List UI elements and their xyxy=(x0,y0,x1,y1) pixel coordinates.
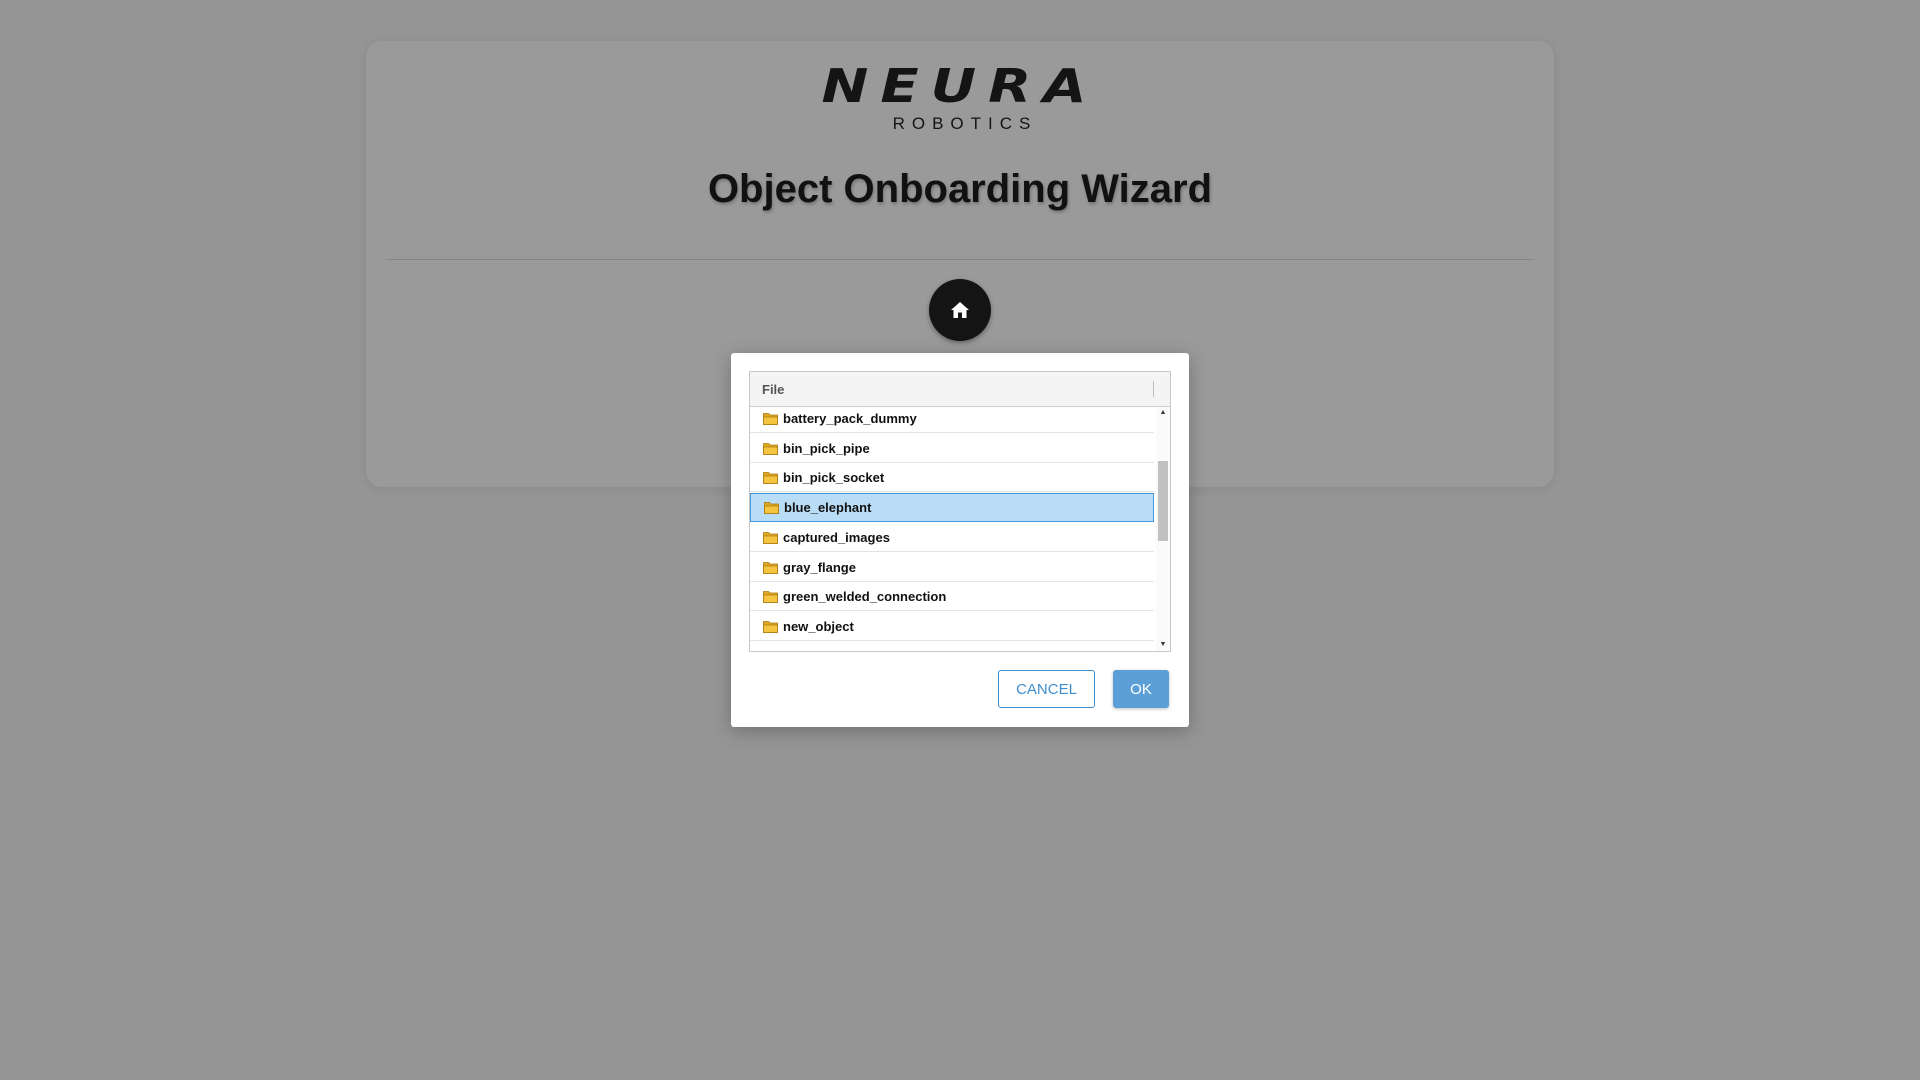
file-column-label: File xyxy=(762,381,785,397)
file-list-item-label: bin_pick_pipe xyxy=(783,440,870,456)
file-picker-dialog: File battery_pack_dummy bin_pick_pipe bin_… xyxy=(731,353,1189,727)
file-list-item[interactable]: bin_pick_socket xyxy=(750,463,1154,492)
file-list-item[interactable]: blue_elephant xyxy=(750,493,1154,522)
file-list-item[interactable]: green_welded_connection xyxy=(750,582,1154,611)
file-list-item-label: battery_pack_dummy xyxy=(783,410,917,426)
home-icon xyxy=(951,302,969,318)
file-list-item[interactable]: battery_pack_dummy xyxy=(750,407,1154,433)
file-list-item[interactable]: gray_flange xyxy=(750,553,1154,582)
folder-icon xyxy=(763,561,778,574)
logo-tagline: ROBOTICS xyxy=(892,114,1038,133)
folder-icon xyxy=(763,412,778,425)
file-list-item-label: captured_images xyxy=(783,529,890,545)
folder-icon xyxy=(763,442,778,455)
folder-icon xyxy=(764,502,779,514)
file-list-item-label: blue_elephant xyxy=(784,500,872,515)
vertical-scrollbar[interactable]: ▲ ▼ xyxy=(1156,407,1170,651)
column-separator xyxy=(1153,381,1154,397)
file-list: File battery_pack_dummy bin_pick_pipe bin_… xyxy=(749,371,1171,652)
folder-icon xyxy=(763,531,778,544)
cancel-button[interactable]: CANCEL xyxy=(998,670,1095,708)
file-list-item-label: gray_flange xyxy=(783,559,856,575)
neura-robotics-logo: NEURA ROBOTICS xyxy=(366,59,1554,133)
folder-icon xyxy=(763,590,778,603)
file-list-item[interactable]: captured_images xyxy=(750,523,1154,552)
scroll-up-arrow-icon[interactable]: ▲ xyxy=(1156,407,1170,419)
folder-icon xyxy=(763,471,778,484)
file-rows: battery_pack_dummy bin_pick_pipe bin_pick_… xyxy=(750,407,1154,651)
file-list-item[interactable]: new_object xyxy=(750,612,1154,641)
file-column-header[interactable]: File xyxy=(750,372,1170,407)
page-title: Object Onboarding Wizard xyxy=(707,167,1213,211)
file-list-item[interactable]: bin_pick_pipe xyxy=(750,434,1154,463)
scroll-down-arrow-icon[interactable]: ▼ xyxy=(1156,639,1170,651)
divider xyxy=(387,259,1533,260)
home-button[interactable] xyxy=(929,279,991,341)
file-list-item-label: new_object xyxy=(783,618,854,634)
folder-icon xyxy=(763,620,778,633)
file-list-item-label: green_welded_connection xyxy=(783,588,947,604)
ok-button[interactable]: OK xyxy=(1113,670,1169,708)
file-list-item-label: bin_pick_socket xyxy=(783,469,885,485)
scroll-thumb[interactable] xyxy=(1158,461,1168,541)
logo-wordmark: NEURA xyxy=(821,59,1099,114)
